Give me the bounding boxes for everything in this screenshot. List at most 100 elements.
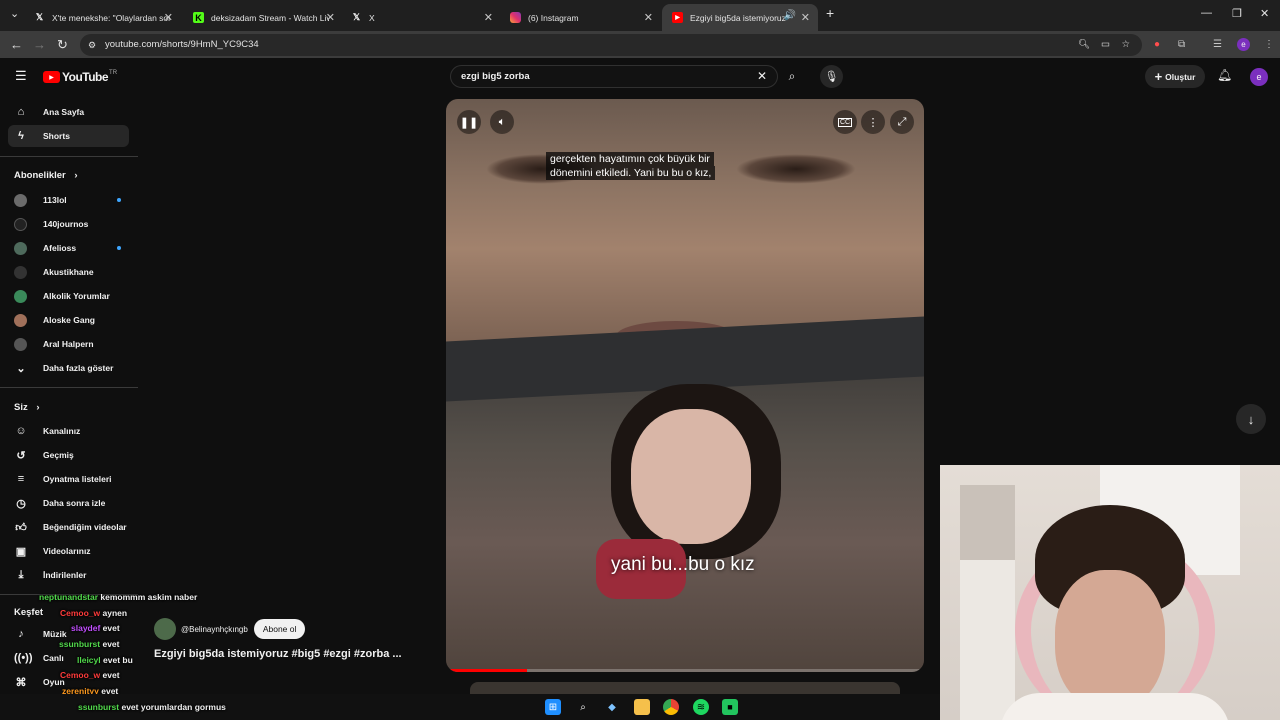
search-button[interactable]: ⌕ [779, 65, 805, 88]
channel-avatar[interactable] [154, 618, 176, 640]
steam-icon[interactable]: ◆ [604, 699, 620, 715]
address-bar[interactable]: ⚙ youtube.com/shorts/9HmN_YC9C34 🔍︎ ▭ ☆ [80, 34, 1142, 56]
sidebar-item-subscription[interactable]: Alkolik Yorumlar [8, 285, 129, 307]
sidebar-item-subscription[interactable]: Aral Halpern [8, 333, 129, 355]
file-explorer-icon[interactable] [634, 699, 650, 715]
reload-icon[interactable]: ↻ [57, 37, 68, 53]
app-icon[interactable]: ■ [722, 699, 738, 715]
forward-icon[interactable]: → [33, 37, 46, 52]
sidebar-item-subscription[interactable]: Akustikhane [8, 261, 129, 283]
tab-search-icon[interactable]: ⌄ [10, 7, 19, 20]
notifications-bell-icon[interactable]: 🔔︎ [1217, 68, 1232, 82]
zoom-icon[interactable]: 🔍︎ [1078, 34, 1090, 56]
close-tab-icon[interactable]: ✕ [164, 11, 173, 24]
sidebar-item-history[interactable]: ↺ Geçmiş [8, 444, 129, 466]
sidebar-item-subscription[interactable]: Afelioss [8, 237, 129, 259]
sidebar-item-home[interactable]: ⌂ Ana Sayfa [8, 101, 129, 123]
sidebar-item-shorts[interactable]: ϟ Shorts [8, 125, 129, 147]
you-heading[interactable]: Siz › [14, 402, 40, 413]
chat-text: evet [102, 639, 120, 649]
browser-tab[interactable]: 𝕏 X'te menekshe: "Olaylardan sonra ✕ [24, 4, 181, 31]
close-tab-icon[interactable]: ✕ [326, 11, 335, 24]
browser-tab[interactable]: 𝕏 X ✕ [341, 4, 501, 31]
spotify-icon[interactable]: ≋ [693, 699, 709, 715]
microphone-icon: 🎙︎ [824, 71, 839, 83]
next-short-button[interactable]: ↓ [1236, 404, 1266, 434]
fullscreen-button[interactable]: ⤢ [890, 110, 914, 134]
x-logo-icon: 𝕏 [35, 12, 44, 22]
channel-avatar [14, 337, 27, 351]
sidebar-item-playlists[interactable]: ≡ Oynatma listeleri [8, 468, 129, 490]
video-title[interactable]: Ezgiyi big5da istemiyoruz #big5 #ezgi #z… [154, 648, 402, 660]
create-button[interactable]: + Oluştur [1145, 65, 1205, 88]
sidebar-item-subscription[interactable]: 113lol [8, 189, 129, 211]
chat-message: lleicyl evet bu [77, 655, 133, 665]
progress-bar-track[interactable] [446, 669, 924, 672]
audio-playing-icon[interactable]: 🔊 [784, 10, 796, 21]
cast-icon[interactable]: ▭ [1101, 34, 1110, 56]
windows-start-icon[interactable]: ⊞ [545, 699, 561, 715]
back-icon[interactable]: ← [10, 37, 23, 52]
clear-search-icon[interactable]: ✕ [757, 66, 767, 87]
chat-username: Cemoo_w [60, 608, 101, 618]
sidebar-item-your-channel[interactable]: ☺ Kanalınız [8, 420, 129, 442]
browser-menu-icon[interactable]: ⋮ [1264, 39, 1274, 50]
hamburger-menu-icon[interactable]: ☰ [15, 68, 27, 84]
captions-button[interactable]: CC [833, 110, 857, 134]
bookmark-star-icon[interactable]: ☆ [1121, 34, 1130, 56]
sidebar-item-label: Canlı [43, 653, 64, 663]
caption-line: gerçekten hayatımın çok büyük bir [546, 152, 714, 166]
sidebar-item-downloads[interactable]: ⤓ İndirilenler [8, 564, 129, 586]
chat-message: Cemoo_w evet [60, 670, 120, 680]
browser-tab-active[interactable]: ▶ Ezgiyi big5da istemiyoruz #big5 🔊 ✕ [662, 4, 818, 31]
subscribe-button[interactable]: Abone ol [253, 619, 306, 639]
chrome-icon[interactable] [663, 699, 679, 715]
subscriptions-heading[interactable]: Abonelikler › [14, 170, 78, 181]
channel-avatar [14, 241, 27, 255]
browser-tab[interactable]: (6) Instagram ✕ [500, 4, 661, 31]
more-options-button[interactable]: ⋮ [861, 110, 885, 134]
sidebar-item-label: Alkolik Yorumlar [43, 291, 110, 301]
extensions-puzzle-icon[interactable]: ⧉ [1178, 39, 1185, 50]
you-heading-label: Siz [14, 402, 28, 413]
extension-icon[interactable]: ● [1154, 39, 1160, 50]
media-control-icon[interactable]: ☰ [1213, 39, 1222, 50]
show-more-button[interactable]: ⌄ Daha fazla göster [8, 357, 129, 379]
search-query: ezgi big5 zorba [461, 71, 530, 82]
chat-username: ssunburst [59, 639, 101, 649]
channel-handle[interactable]: @Belinaynhçkıngb [181, 625, 248, 634]
close-window-icon[interactable]: ✕ [1260, 7, 1269, 20]
sidebar-item-subscription[interactable]: Aloske Gang [8, 309, 129, 331]
sidebar-item-subscription[interactable]: 140journos [8, 213, 129, 235]
streamer-shirt-shape [1000, 693, 1230, 720]
maximize-icon[interactable]: ❐ [1232, 7, 1242, 20]
fullscreen-icon: ⤢ [897, 115, 907, 128]
close-tab-icon[interactable]: ✕ [644, 11, 653, 24]
site-info-icon[interactable]: ⚙ [88, 34, 96, 56]
chat-message: Cemoo_w aynen [60, 608, 127, 618]
volume-button[interactable]: 🔈︎ [490, 110, 514, 134]
pause-button[interactable]: ❚❚ [457, 110, 481, 134]
search-icon[interactable]: ⌕ [575, 699, 591, 715]
youtube-logo[interactable]: ▶ YouTube TR [43, 70, 117, 84]
account-avatar[interactable]: e [1250, 68, 1268, 86]
sidebar-item-watch-later[interactable]: ◷ Daha sonra izle [8, 492, 129, 514]
new-tab-icon[interactable]: + [826, 5, 834, 21]
chat-text: kemommm askim naber [100, 592, 198, 602]
voice-search-button[interactable]: 🎙︎ [820, 65, 843, 88]
video-frame-photo [446, 316, 924, 672]
search-input[interactable]: ezgi big5 zorba ✕ [450, 65, 778, 88]
profile-avatar[interactable]: e [1237, 38, 1250, 51]
download-icon: ⤓ [18, 568, 24, 581]
minimize-icon[interactable]: — [1201, 7, 1212, 19]
chat-text: aynen [102, 608, 128, 618]
sidebar-item-liked-videos[interactable]: 👍︎ Beğendiğim videolar [8, 516, 129, 538]
sidebar-item-your-videos[interactable]: ▣ Videolarınız [8, 540, 129, 562]
browser-tab[interactable]: K deksizadam Stream - Watch Live ✕ [183, 4, 343, 31]
close-tab-icon[interactable]: ✕ [484, 11, 493, 24]
close-tab-icon[interactable]: ✕ [801, 11, 810, 24]
shorts-video-player[interactable]: ❚❚ 🔈︎ CC ⋮ ⤢ gerçekten hayatımın çok büy… [446, 99, 924, 672]
account-icon: ☺ [15, 425, 27, 437]
next-video-preview[interactable] [470, 682, 900, 694]
playlist-icon: ≡ [17, 473, 25, 485]
